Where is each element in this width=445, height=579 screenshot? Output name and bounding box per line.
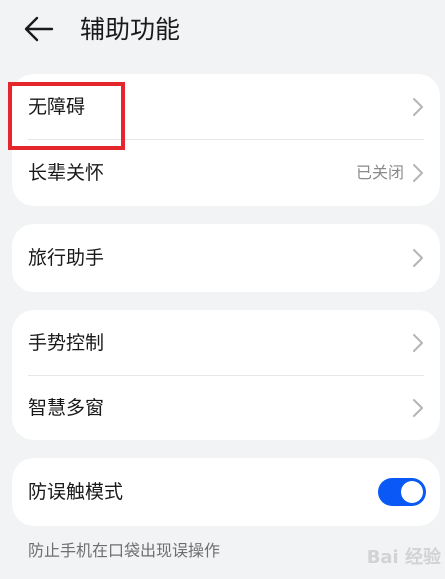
arrow-left-icon [24, 16, 54, 42]
settings-group-accessibility: 无障碍 长辈关怀 已关闭 [12, 74, 440, 206]
row-label: 防误触模式 [28, 481, 124, 503]
row-label: 手势控制 [28, 332, 105, 354]
accessibility-settings-page: 辅助功能 无障碍 长辈关怀 已关闭 旅行助手 手势控制 智慧多窗 防误触模式 防… [0, 0, 445, 579]
mistouch-toggle[interactable] [378, 478, 426, 506]
settings-row-gesture-control[interactable]: 手势控制 [12, 310, 440, 376]
settings-group-mistouch: 防误触模式 [12, 458, 440, 526]
chevron-right-icon [413, 399, 423, 417]
watermark: Bai 经验 [366, 547, 441, 568]
settings-row-mistouch-mode: 防误触模式 [12, 458, 440, 526]
settings-group-travel: 旅行助手 [12, 224, 440, 292]
chevron-right-icon [413, 334, 423, 352]
chevron-right-icon [413, 249, 423, 267]
row-label: 智慧多窗 [28, 397, 105, 419]
row-status-value: 已关闭 [355, 163, 404, 182]
mistouch-hint-text: 防止手机在口袋出现误操作 [28, 541, 221, 560]
settings-row-accessibility[interactable]: 无障碍 [12, 74, 440, 140]
page-title: 辅助功能 [80, 15, 181, 44]
back-button[interactable] [24, 13, 64, 45]
settings-row-travel-assistant[interactable]: 旅行助手 [12, 224, 440, 292]
settings-row-elder-care[interactable]: 长辈关怀 已关闭 [12, 140, 440, 206]
row-label: 无障碍 [28, 96, 86, 118]
toggle-knob [401, 481, 423, 503]
header: 辅助功能 [0, 0, 445, 62]
settings-group-gestures: 手势控制 智慧多窗 [12, 310, 440, 440]
row-label: 旅行助手 [28, 247, 105, 269]
settings-row-multi-window[interactable]: 智慧多窗 [12, 376, 440, 440]
chevron-right-icon [413, 98, 423, 116]
row-label: 长辈关怀 [28, 162, 105, 184]
chevron-right-icon [413, 164, 423, 182]
